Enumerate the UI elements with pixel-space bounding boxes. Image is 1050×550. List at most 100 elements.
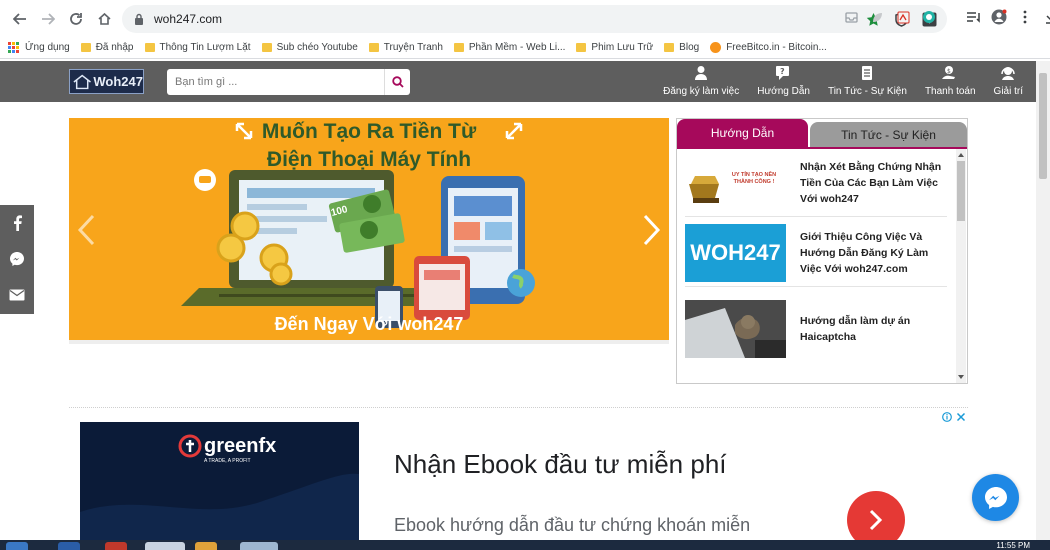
tab-news-events[interactable]: Tin Tức - Sự Kiện xyxy=(810,122,967,147)
bookmark-label: Thông Tin Lượm Lặt xyxy=(159,42,251,53)
extension-tray xyxy=(843,9,937,25)
messenger-icon xyxy=(10,252,24,266)
ad-headline: Nhận Ebook đầu tư miễn phí xyxy=(394,449,727,479)
share-messenger-button[interactable] xyxy=(0,241,34,277)
list-item[interactable]: WOH247 Giới Thiệu Công Việc Và Hướng Dẫn… xyxy=(685,219,947,287)
page-scrollbar[interactable] xyxy=(1036,61,1050,540)
svg-text:?: ? xyxy=(780,67,785,76)
facebook-icon xyxy=(14,215,22,231)
nav-label: Thanh toán xyxy=(924,86,976,97)
ad-choices[interactable] xyxy=(942,412,966,422)
bookmark-folder[interactable]: Đã nhập xyxy=(80,42,134,53)
leaf-extension-icon[interactable] xyxy=(869,9,885,25)
kebab-menu-icon[interactable] xyxy=(1017,9,1033,25)
folder-icon xyxy=(80,43,91,52)
messenger-chat-button[interactable] xyxy=(972,474,1019,521)
share-email-button[interactable] xyxy=(0,277,34,313)
site-header: Woh247 Bạn tìm gì ... Đăng ký làm việc ?… xyxy=(0,61,1050,102)
ad-brand-tagline: A TRADE, A PROFIT xyxy=(204,458,251,464)
bookmark-folder[interactable]: Thông Tin Lượm Lặt xyxy=(144,42,251,53)
bookmark-label: Blog xyxy=(679,42,700,53)
back-button[interactable] xyxy=(6,5,34,33)
nav-label: Hướng Dẫn xyxy=(757,86,810,97)
ad-brand: greenfx xyxy=(204,434,277,457)
ad-close-icon xyxy=(956,412,966,422)
profile-avatar-icon[interactable] xyxy=(991,9,1007,25)
lock-icon xyxy=(132,12,146,26)
bookmark-folder[interactable]: Phần Mềm - Web Li... xyxy=(453,42,565,53)
browser-menu-tray xyxy=(965,9,1050,25)
reload-icon xyxy=(70,12,82,25)
advertisement[interactable]: greenfx A TRADE, A PROFIT Nhận Ebook đầu… xyxy=(69,411,968,550)
bitcoin-icon xyxy=(710,42,722,53)
site-logo[interactable]: Woh247 xyxy=(69,69,144,94)
list-item[interactable]: Hướng dẫn làm dự án Haicaptcha xyxy=(685,295,947,363)
start-button[interactable] xyxy=(6,542,28,550)
folder-icon xyxy=(144,43,155,52)
nav-news-events[interactable]: Tin Tức - Sự Kiện xyxy=(819,63,916,101)
bookmark-label: Phim Lưu Trữ xyxy=(591,42,654,53)
bookmark-folder[interactable]: Blog xyxy=(664,42,699,53)
folder-icon xyxy=(368,43,379,52)
search-button[interactable] xyxy=(384,69,410,95)
taskbar-clock: 11:55 PM xyxy=(996,541,1030,550)
pdf-extension-icon[interactable] xyxy=(895,9,911,25)
nav-payment[interactable]: $ Thanh toán xyxy=(916,63,985,101)
nav-label: Tin Tức - Sự Kiện xyxy=(827,86,907,97)
bookmark-freebitcoin[interactable]: FreeBitco.in - Bitcoin... xyxy=(710,42,827,53)
reading-list-icon[interactable] xyxy=(965,9,981,25)
browser-toolbar: woh247.com xyxy=(0,0,1050,37)
inbox-extension-icon[interactable] xyxy=(843,9,859,25)
scroll-up-icon xyxy=(958,153,964,157)
document-icon xyxy=(861,63,873,83)
translate-extension-icon[interactable] xyxy=(921,9,937,25)
forward-button[interactable] xyxy=(34,5,62,33)
sidebar-scroll-thumb[interactable] xyxy=(957,161,965,221)
taskbar-app-icon[interactable] xyxy=(195,542,217,550)
back-arrow-icon xyxy=(13,12,26,25)
taskbar-app-icon[interactable] xyxy=(240,542,278,550)
page-scroll-thumb[interactable] xyxy=(1039,73,1047,179)
bookmark-label: Ứng dụng xyxy=(25,42,70,53)
user-icon xyxy=(694,63,708,83)
list-item[interactable]: UY TÍN TẠO NÊN THÀNH CÔNG ! Nhận Xét Bằn… xyxy=(685,149,947,217)
search-icon xyxy=(391,76,404,88)
ad-image: greenfx A TRADE, A PROFIT xyxy=(80,422,359,550)
svg-text:$: $ xyxy=(947,68,951,75)
nav-label: Giải trí xyxy=(993,86,1023,97)
slider-prev-button[interactable] xyxy=(77,214,95,250)
chevron-right-icon xyxy=(643,214,661,246)
bookmark-folder[interactable]: Truyện Tranh xyxy=(368,42,443,53)
post-thumbnail xyxy=(685,300,786,358)
share-facebook-button[interactable] xyxy=(0,205,34,241)
home-button[interactable] xyxy=(90,5,118,33)
reload-button[interactable] xyxy=(62,5,90,33)
post-title: Giới Thiệu Công Việc Và Hướng Dẫn Đăng K… xyxy=(800,230,929,275)
address-bar[interactable]: woh247.com xyxy=(122,5,947,33)
taskbar-app-icon[interactable] xyxy=(105,542,127,550)
download-arrow-icon[interactable] xyxy=(1043,9,1050,25)
nav-guide[interactable]: ? Hướng Dẫn xyxy=(748,63,819,101)
taskbar-app-icon[interactable] xyxy=(58,542,80,550)
folder-icon xyxy=(664,43,675,52)
site-search: Bạn tìm gì ... xyxy=(167,69,410,95)
search-input[interactable]: Bạn tìm gì ... xyxy=(175,76,384,88)
folder-icon xyxy=(453,43,464,52)
nav-register-work[interactable]: Đăng ký làm việc xyxy=(654,63,748,101)
nav-label: Đăng ký làm việc xyxy=(663,86,740,97)
hero-slider[interactable]: Muốn Tạo Ra Tiền Từ Điện Thoại Máy Tính … xyxy=(69,118,669,340)
slide-caption: Đến Ngay Với woh247 xyxy=(274,314,464,334)
taskbar-app-icon[interactable] xyxy=(145,542,185,550)
thumb-caption: WOH247 xyxy=(690,239,781,265)
slider-next-button[interactable] xyxy=(643,214,661,250)
nav-entertainment[interactable]: Giải trí xyxy=(985,63,1032,101)
apps-grid-icon xyxy=(8,42,19,53)
tab-guide[interactable]: Hướng Dẫn xyxy=(677,119,808,147)
bookmark-folder[interactable]: Phim Lưu Trữ xyxy=(576,42,653,53)
scroll-down-icon xyxy=(958,375,964,379)
help-chat-icon: ? xyxy=(775,63,792,83)
greenfx-logo-icon xyxy=(178,434,202,458)
bookmark-apps[interactable]: Ứng dụng xyxy=(8,42,70,53)
headset-icon xyxy=(1000,63,1016,83)
bookmark-folder[interactable]: Sub chéo Youtube xyxy=(261,42,358,53)
